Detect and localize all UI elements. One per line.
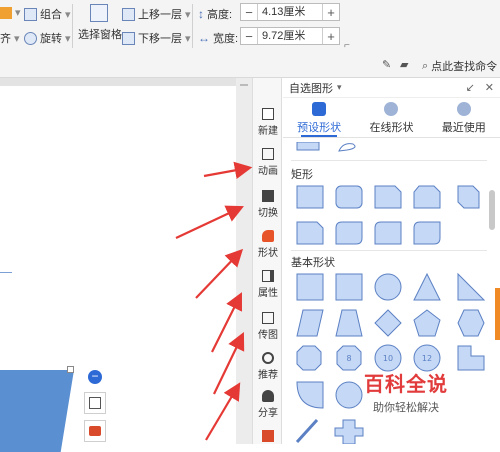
annotation-arrow	[213, 332, 245, 395]
annotation-arrow	[175, 205, 244, 239]
annotation-arrow	[205, 382, 241, 441]
annotation-arrow	[195, 248, 244, 299]
annotation-arrow	[211, 292, 242, 353]
annotation-arrows	[175, 161, 253, 441]
annotation-arrow	[203, 161, 253, 180]
